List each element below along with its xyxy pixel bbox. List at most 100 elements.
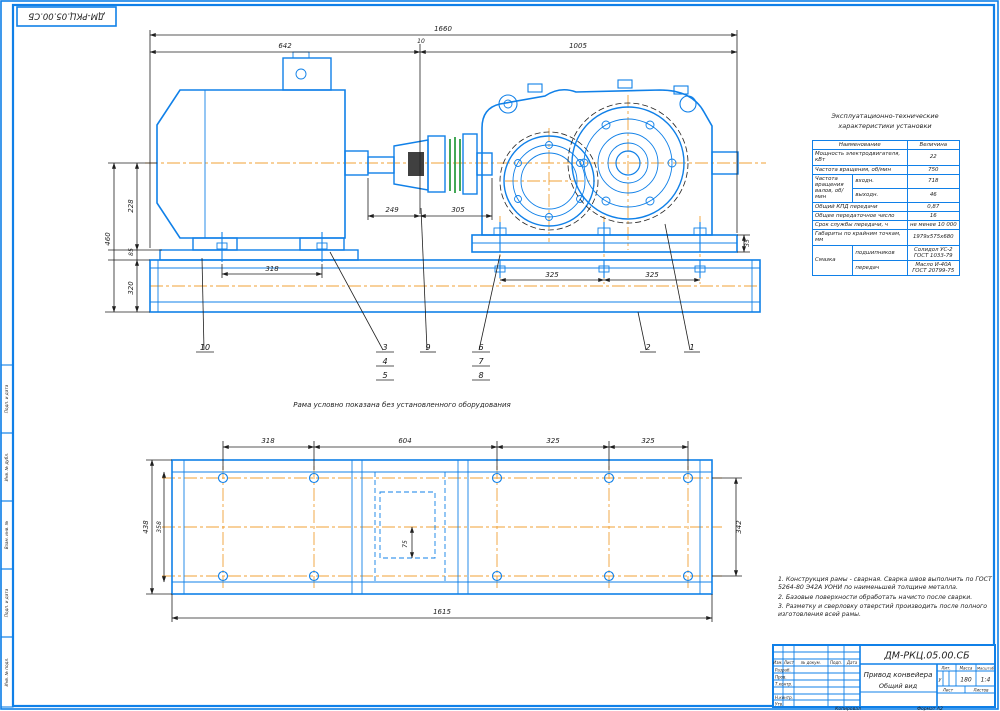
spec-r3a-label: входн.	[852, 173, 908, 189]
spec-r6-value: не менее 10 000	[906, 220, 961, 231]
spec-table: Наименование Величина Мощность электродв…	[811, 139, 961, 277]
plan-dim-3: 325	[546, 437, 560, 445]
tb-kopiroval: Копировал	[835, 706, 861, 711]
dim-coupling-right: 305	[451, 206, 465, 214]
dim-gap: 10	[417, 38, 425, 45]
plan-dim-width-inner: 358	[156, 521, 163, 533]
dim-coupling-left: 249	[385, 206, 399, 214]
spec-row: Общее передаточное число 16	[812, 210, 961, 222]
edge-stamp-label: Инв. № подл.	[4, 658, 9, 687]
spec-col-value: Величина	[906, 139, 961, 151]
plan-dim-1: 318	[261, 437, 275, 445]
spec-title-line1: Эксплуатационно-технические	[831, 112, 939, 120]
tb-name: Привод конвейера	[864, 671, 933, 679]
spec-r1-label: Мощность электродвигателя, кВт	[812, 149, 908, 166]
tb-col-izm: Изм.	[773, 660, 782, 665]
spec-col-name: Наименование	[812, 139, 908, 151]
spec-r2-value: 750	[906, 164, 961, 175]
tb-scale-value: 1:4	[981, 677, 991, 684]
dim-overall: 1660	[434, 25, 452, 33]
spec-table-title: Эксплуатационно-технические характеристи…	[790, 112, 980, 132]
plan-dim-4: 325	[641, 437, 655, 445]
plan-dim-mid: 75	[402, 540, 409, 548]
dim-plate-right: 35	[744, 239, 751, 247]
dim-beam: 320	[127, 281, 135, 295]
tb-col-doc: № докум.	[800, 660, 821, 665]
tb-sheets-label: Листов	[973, 688, 990, 693]
plan-dim-total: 1615	[433, 608, 451, 616]
title-block: Изм. Лист № докум. Подп. Дата Разраб. Пр…	[772, 644, 996, 711]
spec-r4-value: 0,87	[906, 201, 961, 212]
spec-r5-label: Общее передаточное число	[812, 210, 908, 222]
dim-right: 1005	[569, 42, 587, 50]
balloon-5: 5	[382, 371, 387, 380]
edge-stamp-label: Подп. и дата	[4, 384, 9, 413]
spec-r5-value: 16	[906, 210, 961, 222]
spec-r8a-value: Солидол УС-2 ГОСТ 1033-79	[906, 244, 961, 262]
tb-scale-label: Масштаб	[977, 667, 995, 671]
balloon-2: 2	[645, 343, 650, 352]
plan-view-caption: Рама условно показана без установленного…	[293, 401, 510, 409]
drawing-sheet: Подп. и дата Инв. № дубл. Взам. инв. № П…	[0, 0, 1000, 711]
dim-foot1: 325	[545, 271, 559, 279]
balloon-8: 8	[478, 371, 483, 380]
edge-stamp-label: Подп. и дата	[4, 588, 9, 617]
tb-mass-label: Масса	[960, 666, 973, 671]
note-2: 2. Базовые поверхности обработать начист…	[778, 593, 973, 601]
tb-row-prov: Пров.	[775, 675, 787, 680]
spec-r6-label: Срок службы передачи, ч	[812, 220, 908, 231]
balloon-1: 1	[689, 343, 694, 352]
plan-dim-2: 604	[398, 437, 411, 445]
note-1: 1. Конструкция рамы - сварная. Сварка шв…	[778, 576, 992, 592]
dim-axis-height: 228	[127, 199, 135, 213]
tb-doc-number: ДМ-РКЦ.05.00.СБ	[883, 651, 970, 662]
spec-r3b-label: выходн.	[852, 187, 908, 203]
spec-row: Мощность электродвигателя, кВт 22	[812, 149, 961, 166]
edge-stamp-label: Инв. № дубл.	[4, 453, 9, 482]
tb-sheet-label: Лист	[942, 688, 954, 693]
tb-lit-label: Лит.	[940, 666, 950, 671]
dim-motor-bolts: 318	[265, 265, 279, 273]
balloon-3: 3	[382, 343, 387, 352]
balloon-6: 6	[478, 343, 483, 352]
tb-row-tkontr: Т.контр.	[775, 682, 792, 687]
balloon-4: 4	[382, 357, 387, 366]
dim-plate: 85	[128, 248, 135, 256]
spec-row: Частота вращения валов, об/мин входн. 71…	[811, 173, 961, 203]
spec-r8b-label: передач	[852, 260, 908, 277]
spec-r7-value: 1979х575х680	[906, 229, 961, 246]
spec-r7-label: Габариты по крайним точкам, мм	[812, 229, 908, 246]
spec-r2-label: Частота вращения, об/мин	[812, 164, 908, 175]
spec-r3a-value: 718	[906, 173, 961, 189]
tb-col-podp: Подп.	[830, 660, 842, 665]
balloon-9: 9	[425, 343, 430, 352]
spec-r1-value: 22	[906, 149, 961, 166]
tb-row-razrab: Разраб.	[775, 668, 791, 673]
dim-total-height: 460	[104, 232, 112, 246]
spec-r3-label: Частота вращения валов, об/мин	[811, 173, 854, 203]
corner-stamp-doc-number: ДМ-РКЦ.05.00.СБ	[28, 11, 105, 21]
spec-r4-label: Общий КПД передачи	[812, 201, 908, 212]
tb-format: Формат A2	[917, 706, 943, 711]
plan-dim-width-outer: 438	[142, 520, 150, 534]
spec-row: Смазка подшипников Солидол УС-2 ГОСТ 103…	[811, 244, 961, 277]
tb-subtitle: Общий вид	[879, 682, 918, 690]
spec-row: Срок службы передачи, ч не менее 10 000	[812, 220, 961, 231]
spec-title-line2: характеристики установки	[838, 121, 932, 130]
tb-col-data: Дата	[846, 660, 858, 665]
spec-r3b-value: 46	[906, 187, 961, 203]
note-3: 3. Разметку и сверловку отверстий произв…	[778, 603, 988, 619]
spec-row: Общий КПД передачи 0,87	[812, 201, 961, 212]
edge-stamp-label: Взам. инв. №	[4, 520, 9, 549]
tb-col-list: Лист	[783, 660, 795, 665]
dim-foot2: 325	[645, 271, 659, 279]
tb-row-utv: Утв.	[775, 702, 783, 707]
spec-header-row: Наименование Величина	[812, 139, 961, 151]
coupling-section-hatch	[408, 152, 424, 176]
spec-r8a-label: подшипников	[852, 244, 908, 262]
technical-notes: 1. Конструкция рамы - сварная. Сварка шв…	[778, 576, 994, 621]
plan-dim-width-right: 342	[735, 520, 743, 534]
tb-row-nkontr: Н.контр.	[775, 695, 793, 700]
spec-row: Частота вращения, об/мин 750	[812, 164, 961, 175]
spec-r8-label: Смазка	[811, 244, 854, 277]
